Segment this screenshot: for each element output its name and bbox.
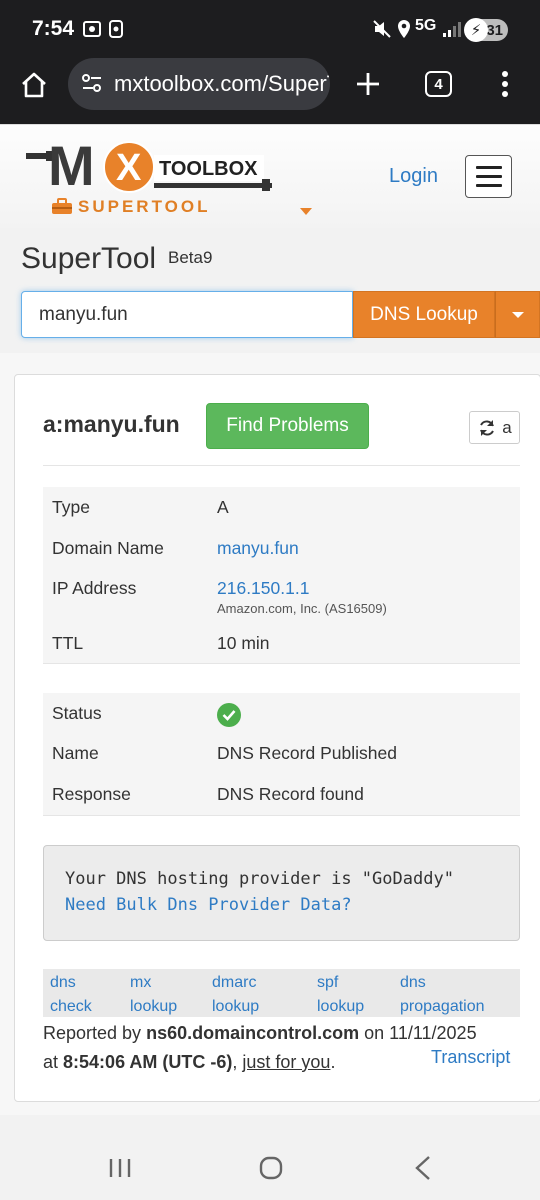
home-icon[interactable] (19, 70, 49, 100)
dmarc-lookup-link[interactable]: dmarc lookup (212, 971, 259, 1019)
record-key: Type (52, 497, 90, 517)
svg-text:M: M (48, 134, 91, 197)
menu-icon-bar (475, 166, 502, 169)
new-tab-icon[interactable] (355, 70, 381, 98)
supertool-label: SUPERTOOL (78, 197, 211, 216)
reported-server: ns60.domaincontrol.com (146, 1023, 360, 1043)
dns-lookup-button[interactable]: DNS Lookup (353, 291, 495, 338)
tool-link-line: check (50, 998, 92, 1015)
dns-record-table: Type A Domain Name manyu.fun IP Address … (43, 487, 520, 663)
ip-address-link[interactable]: 216.150.1.1 (217, 578, 309, 599)
record-key: TTL (52, 633, 84, 653)
menu-icon-bar (475, 184, 502, 187)
recent-apps-icon[interactable] (108, 1157, 132, 1184)
location-icon (396, 19, 412, 39)
record-key: IP Address (52, 578, 137, 598)
url-text: mxtoolbox.com/SuperTool (114, 71, 330, 96)
spf-lookup-link[interactable]: spf lookup (317, 971, 364, 1019)
divider (43, 663, 520, 664)
dns-provider-text: Your DNS hosting provider is "GoDaddy" (65, 869, 454, 889)
dns-provider-box: Your DNS hosting provider is "GoDaddy" N… (43, 845, 520, 941)
just-for-you-link[interactable]: just for you (242, 1052, 330, 1072)
page-title: SuperTool (21, 242, 157, 275)
menu-icon-bar (475, 175, 502, 178)
tool-link-line: dmarc (212, 974, 257, 991)
check-circle-icon (217, 703, 241, 727)
toolbox-icon (51, 197, 73, 220)
tool-link-line: lookup (130, 998, 178, 1015)
refresh-suffix: a (502, 417, 512, 437)
site-settings-icon[interactable] (81, 73, 103, 93)
ip-owner: Amazon.com, Inc. (AS16509) (217, 601, 387, 616)
login-link[interactable]: Login (389, 165, 438, 188)
back-icon[interactable] (414, 1155, 432, 1186)
tool-link-line: spf (317, 974, 339, 991)
beta-badge: Beta9 (168, 248, 213, 267)
find-problems-button[interactable]: Find Problems (206, 403, 369, 449)
domain-search-input[interactable] (21, 291, 353, 338)
status-table: Status Name DNS Record Published Respons… (43, 693, 520, 815)
browser-toolbar: mxtoolbox.com/SuperTool 4 (0, 58, 540, 124)
site-header: M X TOOLBOX SUPERTOOL Login (0, 124, 540, 228)
result-title: a:manyu.fun (43, 411, 180, 437)
lookup-type-dropdown[interactable] (495, 291, 540, 338)
mute-icon (372, 19, 392, 39)
home-button-icon[interactable] (259, 1156, 283, 1185)
battery-indicator: ⚡ 31 (464, 18, 508, 42)
refresh-button[interactable]: a (469, 411, 520, 444)
related-tools-bar: dns check mx lookup dmarc lookup spf loo… (43, 969, 520, 1017)
tool-link-line: dns (50, 974, 76, 991)
reported-prefix: Reported by (43, 1023, 142, 1043)
mxtoolbox-logo[interactable]: M X TOOLBOX (26, 133, 276, 197)
bulk-provider-link[interactable]: Need Bulk Dns Provider Data? (65, 895, 352, 915)
status-key: Status (52, 703, 102, 723)
record-key: Domain Name (52, 538, 164, 558)
status-key: Response (52, 784, 131, 804)
screenshot-icon (82, 19, 102, 39)
svg-text:TOOLBOX: TOOLBOX (159, 158, 258, 180)
status-time: 7:54 (32, 17, 75, 40)
status-value: DNS Record found (217, 784, 364, 804)
signal-icon (442, 19, 462, 39)
system-navigation-bar (0, 1135, 540, 1200)
record-value: A (217, 497, 229, 517)
supertool-dropdown-icon[interactable] (300, 203, 312, 221)
address-bar[interactable]: mxtoolbox.com/SuperTool (68, 58, 330, 110)
status-key: Name (52, 743, 99, 763)
dns-propagation-link[interactable]: dns propagation (400, 971, 485, 1019)
tool-link-line: dns (400, 974, 426, 991)
mx-lookup-link[interactable]: mx lookup (130, 971, 177, 1019)
app-notification-icon (108, 19, 124, 39)
chevron-down-icon (511, 311, 524, 318)
reported-at: at (43, 1052, 59, 1072)
status-bar: 7:54 5G ⚡ 31 (0, 0, 540, 58)
charging-icon: ⚡ (464, 18, 488, 42)
status-value: DNS Record Published (217, 743, 397, 763)
domain-name-link[interactable]: manyu.fun (217, 538, 299, 559)
tool-link-line: lookup (317, 998, 365, 1015)
dns-check-link[interactable]: dns check (50, 971, 92, 1019)
tab-switcher-button[interactable]: 4 (425, 71, 452, 97)
hamburger-menu-button[interactable] (465, 155, 512, 198)
divider (43, 815, 520, 816)
tool-link-line: mx (130, 974, 152, 991)
divider (43, 465, 520, 466)
battery-level: 31 (486, 21, 503, 39)
tab-count: 4 (434, 75, 443, 93)
svg-text:X: X (116, 147, 142, 189)
reported-time: 8:54:06 AM (UTC -6) (63, 1052, 233, 1072)
network-label: 5G (415, 17, 437, 34)
reported-date: on 11/11/2025 (364, 1023, 477, 1043)
transcript-link[interactable]: Transcript (431, 1047, 510, 1068)
refresh-icon (480, 419, 495, 436)
more-options-icon[interactable] (500, 70, 510, 98)
tool-link-line: propagation (400, 998, 485, 1015)
record-value: 10 min (217, 633, 270, 653)
tool-link-line: lookup (212, 998, 260, 1015)
